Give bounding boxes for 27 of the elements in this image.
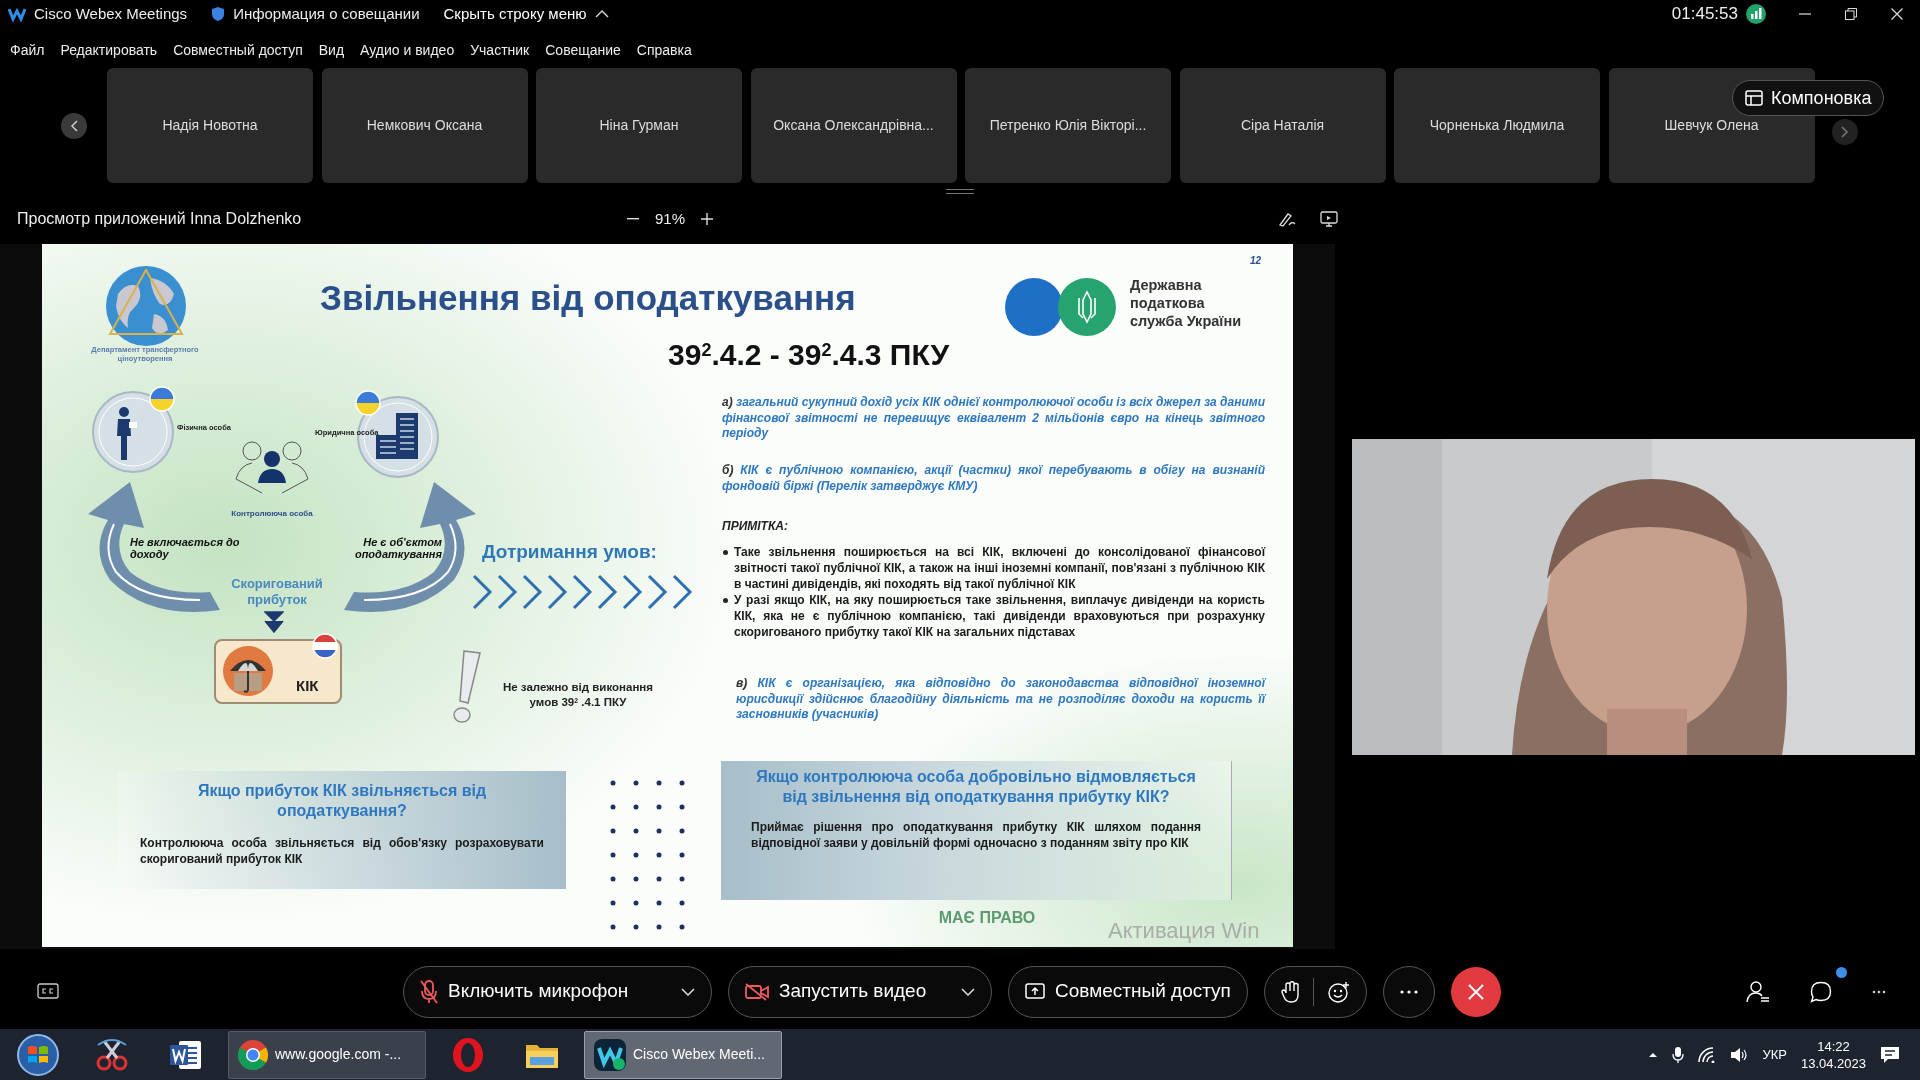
compliance-heading: Дотримання умов: bbox=[482, 540, 657, 564]
note-text: У разі якщо КІК, на яку поширюється таке звільнення, виплачує дивіденди на користь КІК, яка не є публічною компанією, такі дивіденди враховуються при розрахунку скоригованого прибутку такої КІК на загальних підставах bbox=[734, 592, 1265, 640]
panel-question: Якщо прибуток КІК звільняється від оподаткування? bbox=[196, 781, 488, 821]
note-heading: ПРИМІТКА: bbox=[722, 518, 788, 535]
zoom-level: 91% bbox=[655, 208, 686, 229]
panel-answer: Приймає рішення про оподаткування прибутку КІК шляхом подання відповідної заяви у довільній формі одночасно з поданням звіту про КІК bbox=[751, 819, 1201, 851]
condition-note: Не залежно від виконання умов 39$^{2}$ .4.1 ПКУ bbox=[501, 680, 654, 710]
arrow-caption: Не включається до доходу bbox=[130, 536, 240, 560]
meeting-timer: 01:45:53 bbox=[1671, 3, 1738, 26]
article-reference: 39$^{2}$.4.2 - 39$^{2}$.4.3 ПКУ bbox=[668, 337, 950, 373]
arrow-caption: Не є об'єктом оподаткування bbox=[353, 536, 442, 560]
condition-text: в) КІК є організацією, яка відповідно до законодавства відповідної іноземної юрисдикції здійснює благодійну діяльність та не розподіляє доходи на користь її засновників (учасників) bbox=[736, 676, 1265, 723]
app-title: Cisco Webex Meetings bbox=[34, 3, 188, 24]
panel-question: Якщо контролююча особа добровільно відмовляється від звільнення від оподаткування прибутку КІК? bbox=[755, 767, 1197, 807]
page-number: 12 bbox=[1250, 254, 1262, 268]
right-label: МАЄ ПРАВО bbox=[937, 908, 1037, 928]
activation-notice: Активация Win bbox=[1108, 917, 1260, 945]
controller-label: Контролююча особа bbox=[230, 508, 314, 520]
condition-text: а) загальний сукупний дохід усіх КІК однієї контролюючої особи із всіх джерел за даними фінансової звітності не перевищує еквівалент 2 мільйонів євро на кінець звітного періоду bbox=[722, 395, 1265, 442]
slide-title: Звільнення від оподаткування bbox=[320, 277, 856, 319]
adjusted-profit-label: Скоригований прибуток bbox=[230, 576, 324, 608]
panel-answer: Контролююча особа звільняється від обов'язку розраховувати скоригований прибуток КІК bbox=[140, 835, 544, 867]
condition-text: б) КІК є публічною компанією, акції (частки) якої перебувають в обігу на визнаній фондовій біржі (Перелік затверджує КМУ) bbox=[722, 463, 1265, 494]
agency-name: Державна податкова служба України bbox=[1130, 276, 1242, 330]
share-title: Просмотр приложений Inna Dolzhenko bbox=[17, 209, 303, 229]
cfc-label: КІК bbox=[296, 676, 319, 696]
note-text: Таке звільнення поширюється на всі КІК, включені до консолідованої фінансової звітності такої публічної КІК, а також на інші іноземні компанії, пов'язані з публічною КІК в частині дивідендів, які походять від такої публічної КІК bbox=[734, 544, 1265, 592]
